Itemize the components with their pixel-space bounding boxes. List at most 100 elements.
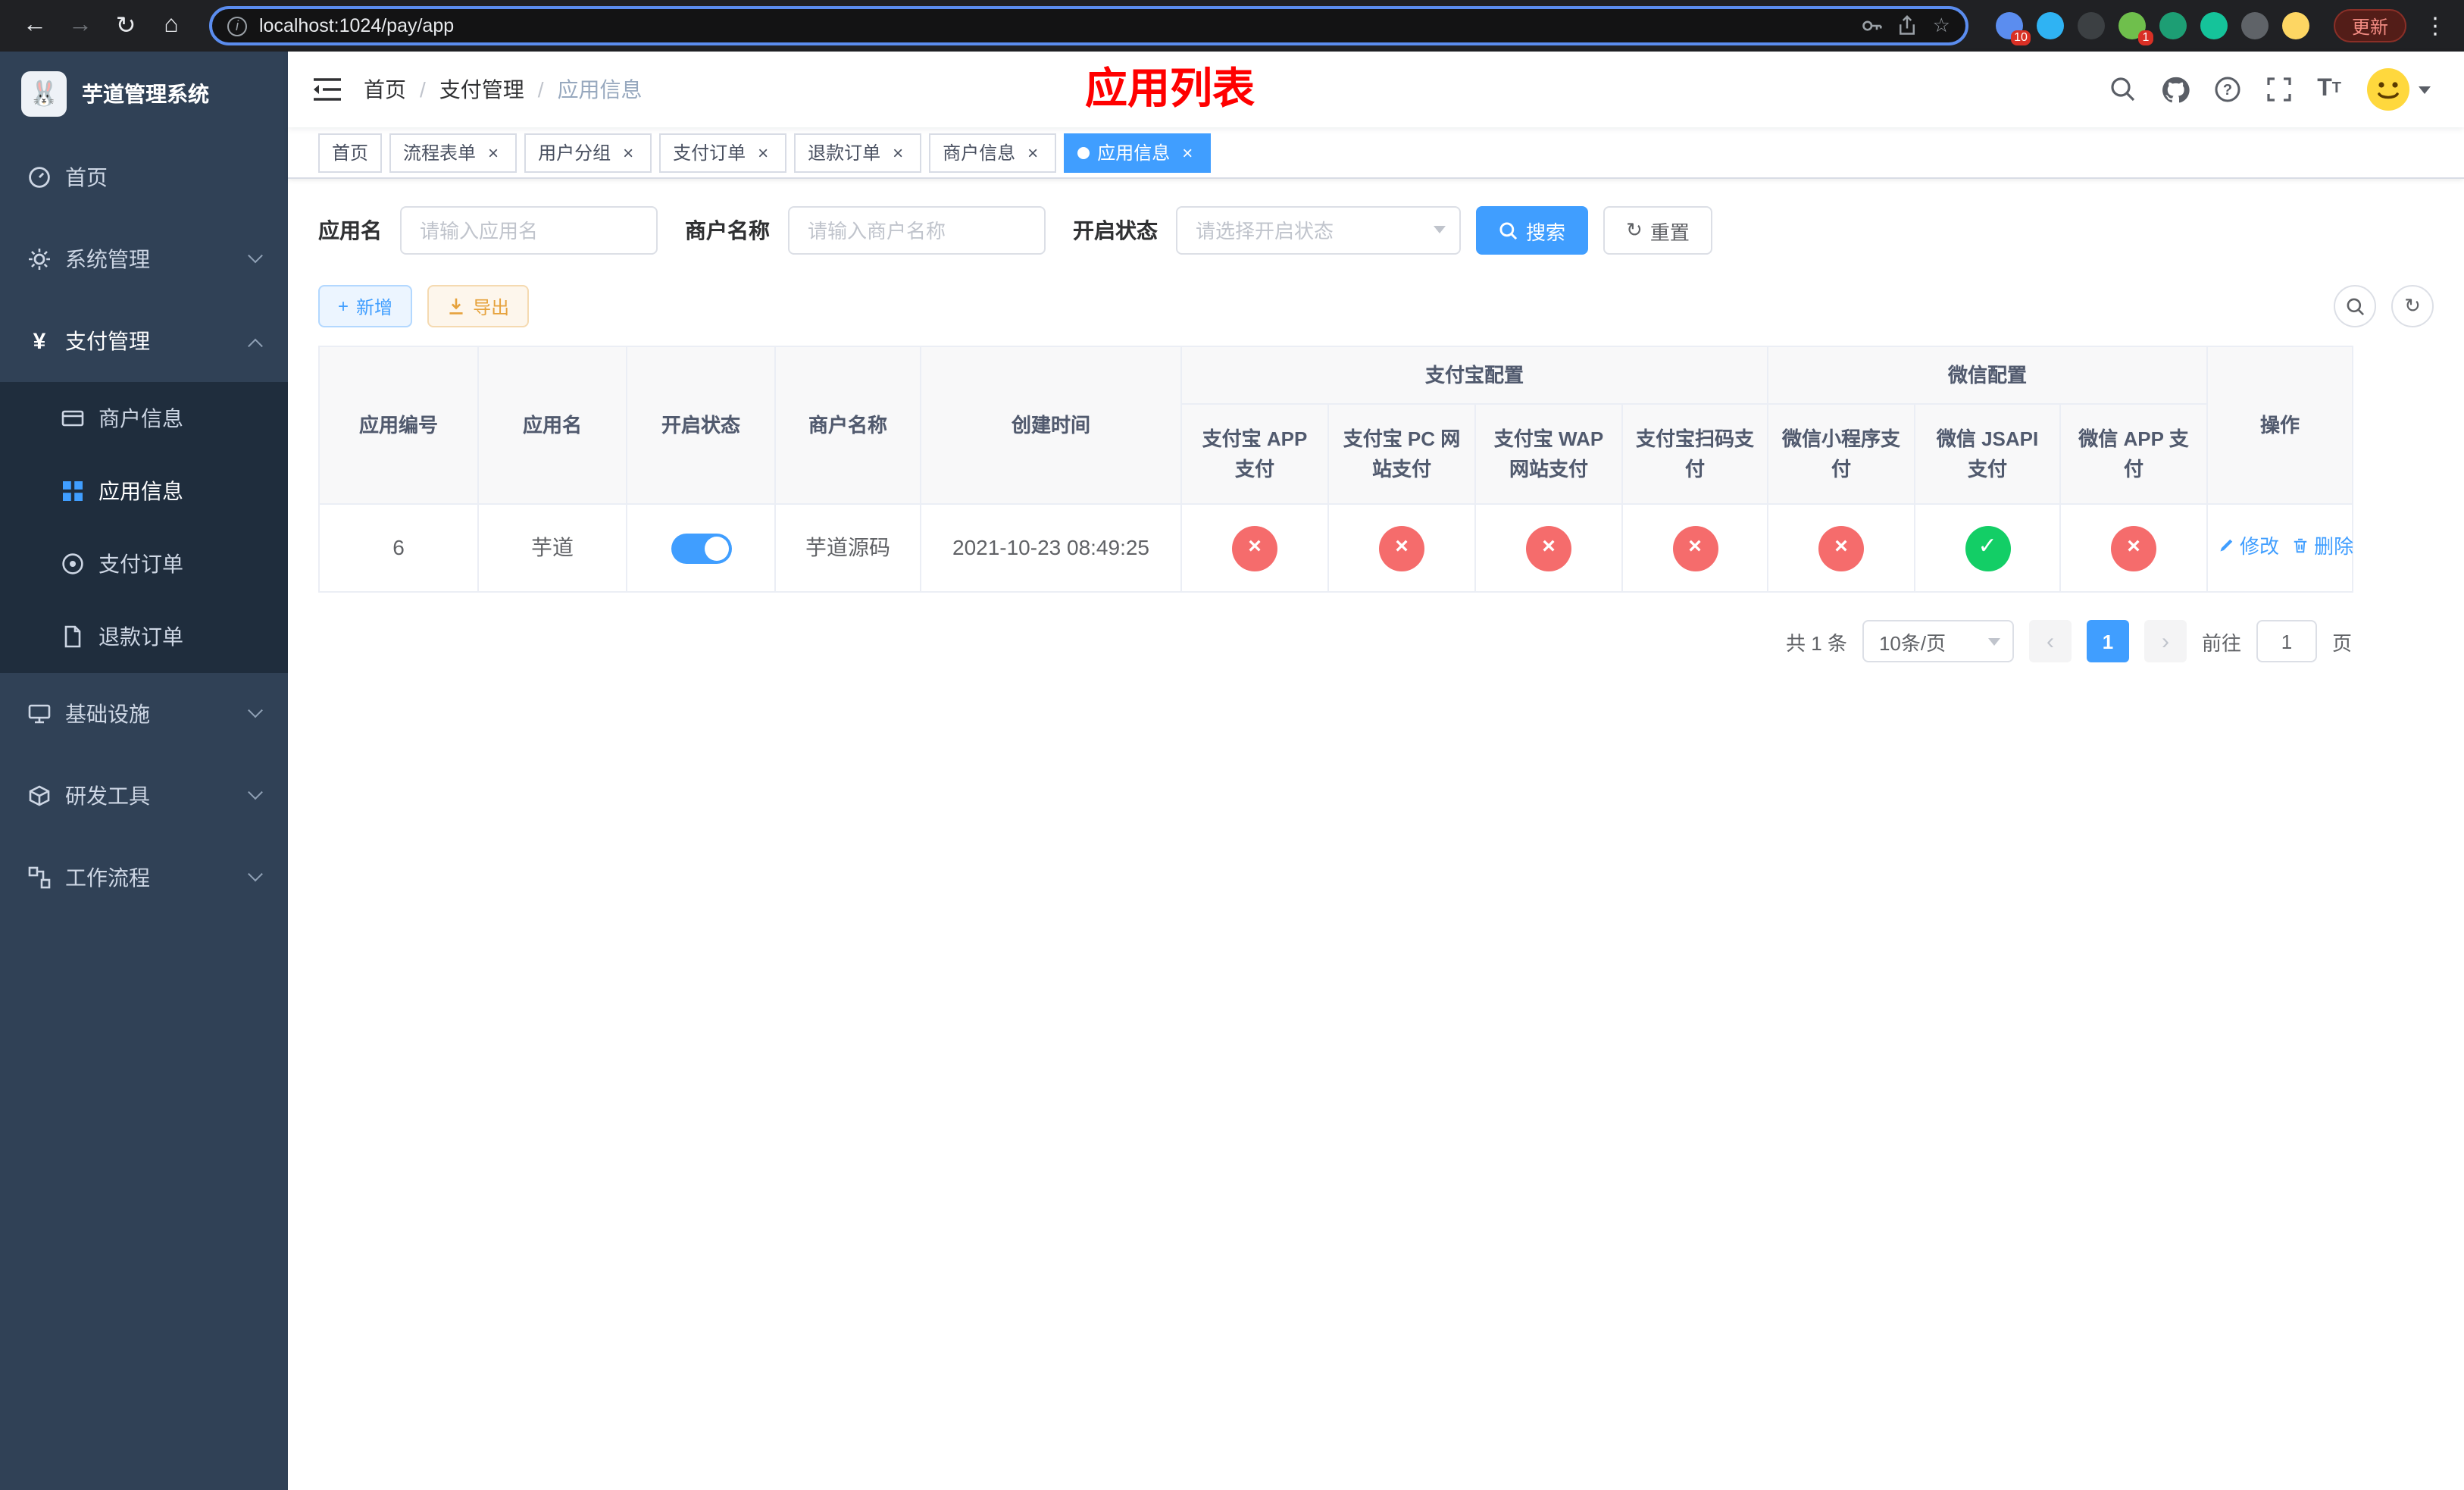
sidebar-item-pay-orders[interactable]: 支付订单 (0, 527, 288, 600)
extension-icon-4[interactable]: 1 (2118, 12, 2153, 45)
status-select-input[interactable] (1176, 206, 1461, 255)
password-key-icon[interactable] (1862, 15, 1883, 36)
github-icon[interactable] (2161, 75, 2190, 104)
close-icon[interactable]: × (1023, 142, 1043, 162)
extension-icon-7[interactable] (2240, 12, 2269, 39)
page-size-select[interactable]: 10条/页 (1862, 620, 2014, 662)
document-icon (61, 624, 85, 649)
browser-home-icon[interactable]: ⌂ (152, 6, 191, 45)
col-header-name: 应用名 (477, 346, 627, 505)
sidebar-item-refund-orders[interactable]: 退款订单 (0, 600, 288, 673)
close-icon[interactable]: × (753, 142, 773, 162)
next-page-button[interactable]: › (2143, 620, 2187, 662)
help-icon[interactable]: ? (2214, 76, 2241, 103)
close-icon[interactable]: × (1177, 142, 1197, 162)
col-header-wechat-jsapi: 微信 JSAPI 支付 (1914, 403, 2062, 505)
page-suffix: 页 (2331, 631, 2352, 654)
goto-page-input[interactable] (2256, 620, 2317, 662)
refresh-table-button[interactable]: ↻ (2391, 285, 2434, 327)
search-icon[interactable] (2109, 76, 2137, 103)
fullscreen-icon[interactable] (2265, 76, 2293, 103)
url-text[interactable]: localhost:1024/pay/app (259, 15, 1850, 36)
chrome-update-button[interactable]: 更新 (2333, 9, 2406, 42)
tab-process-form[interactable]: 流程表单 × (389, 133, 518, 172)
active-dot (1077, 146, 1090, 158)
sidebar-item-merchant-info[interactable]: 商户信息 (0, 382, 288, 455)
monitor-icon (27, 702, 52, 726)
sidebar-item-devtools[interactable]: 研发工具 (0, 755, 288, 837)
status-select[interactable] (1176, 206, 1461, 255)
refresh-icon: ↻ (1626, 218, 1643, 241)
browser-back-icon[interactable]: ← (15, 6, 55, 45)
extensions: 10 1 (1987, 12, 2319, 45)
add-button[interactable]: + 新增 (318, 285, 413, 327)
tab-pay-orders[interactable]: 支付订单 × (659, 133, 787, 172)
extension-icon-3[interactable] (2077, 12, 2105, 39)
col-header-alipay-qr: 支付宝扫码支付 (1621, 403, 1769, 505)
plus-icon: + (338, 296, 349, 317)
tab-merchant-info[interactable]: 商户信息 × (929, 133, 1057, 172)
breadcrumb-home[interactable]: 首页 (364, 74, 406, 105)
prev-page-button[interactable]: ‹ (2028, 620, 2072, 662)
browser-reload-icon[interactable]: ↻ (106, 6, 145, 45)
tags-view: 首页 流程表单 × 用户分组 × 支付订单 × 退款订单 × 商户信息 × 应用信息 × (288, 127, 2464, 179)
address-bar[interactable]: i localhost:1024/pay/app ☆ (209, 6, 1968, 45)
extension-icon-2[interactable] (2036, 12, 2064, 39)
status-switch[interactable] (671, 533, 731, 563)
tab-home[interactable]: 首页 (318, 133, 383, 172)
browser-toolbar: ← → ↻ ⌂ i localhost:1024/pay/app ☆ 10 1 更… (0, 0, 2464, 52)
reset-button[interactable]: ↻ 重置 (1603, 206, 1712, 255)
sidebar: 🐰 芋道管理系统 首页 系统管理 ¥ 支付管理 商户信息 应用信息 支付订单 退… (0, 52, 288, 1490)
pay-order-icon (61, 552, 85, 576)
sidebar-item-system[interactable]: 系统管理 (0, 218, 288, 300)
tab-app-info[interactable]: 应用信息 × (1064, 133, 1212, 172)
close-icon[interactable]: × (618, 142, 638, 162)
close-icon[interactable]: × (483, 142, 503, 162)
share-icon[interactable] (1898, 15, 1918, 36)
status-circle-icon: × (1379, 525, 1424, 571)
close-icon[interactable]: × (888, 142, 908, 162)
extension-badge: 1 (2137, 30, 2153, 45)
refresh-icon: ↻ (2404, 294, 2421, 317)
browser-menu-icon[interactable]: ⋮ (2422, 12, 2449, 39)
tab-user-group[interactable]: 用户分组 × (524, 133, 652, 172)
browser-forward-icon[interactable]: → (61, 6, 100, 45)
font-size-icon[interactable]: TT (2317, 77, 2341, 102)
trash-icon (2294, 539, 2307, 553)
extension-icon-8[interactable] (2281, 12, 2309, 39)
col-header-alipay-pc: 支付宝 PC 网站支付 (1327, 403, 1476, 505)
page-number-1[interactable]: 1 (2086, 620, 2129, 662)
tab-refund-orders[interactable]: 退款订单 × (794, 133, 922, 172)
cell-merchant: 芋道源码 (774, 503, 921, 593)
table-header-group-row: 应用编号 应用名 开启状态 商户名称 创建时间 支付宝配置 微信配置 操作 (318, 346, 2354, 505)
chevron-up-icon (248, 337, 263, 353)
col-header-alipay-app: 支付宝 APP 支付 (1180, 403, 1329, 505)
user-avatar[interactable] (2366, 67, 2431, 112)
site-info-icon[interactable]: i (227, 16, 247, 36)
delete-link[interactable]: 删除 (2291, 531, 2353, 561)
breadcrumb: 首页 / 支付管理 / 应用信息 (364, 74, 643, 105)
payment-submenu: 商户信息 应用信息 支付订单 退款订单 (0, 382, 288, 673)
extension-icon-1[interactable]: 10 (1995, 12, 2031, 45)
extension-icon-5[interactable] (2159, 12, 2187, 39)
sidebar-item-workflow[interactable]: 工作流程 (0, 837, 288, 919)
cell-id: 6 (318, 503, 479, 593)
toggle-search-button[interactable] (2334, 285, 2376, 327)
app-table: 应用编号 应用名 开启状态 商户名称 创建时间 支付宝配置 微信配置 操作 支付… (318, 346, 2353, 593)
export-button[interactable]: 导出 (427, 285, 530, 327)
col-header-merchant: 商户名称 (774, 346, 921, 505)
sidebar-item-home[interactable]: 首页 (0, 136, 288, 218)
extension-icon-6[interactable] (2200, 12, 2228, 39)
sidebar-item-app-info[interactable]: 应用信息 (0, 455, 288, 527)
app-name-input[interactable] (400, 206, 658, 255)
sidebar-item-infrastructure[interactable]: 基础设施 (0, 673, 288, 755)
edit-link[interactable]: 修改 (2217, 531, 2279, 561)
cell-actions: 修改 删除 (2206, 503, 2353, 593)
sidebar-toggle-icon[interactable] (288, 76, 364, 103)
search-button[interactable]: 搜索 (1476, 206, 1589, 255)
merchant-name-input[interactable] (788, 206, 1046, 255)
bookmark-star-icon[interactable]: ☆ (1933, 14, 1950, 38)
app-logo[interactable]: 🐰 芋道管理系统 (0, 52, 288, 136)
sidebar-item-payment[interactable]: ¥ 支付管理 (0, 300, 288, 382)
breadcrumb-payment[interactable]: 支付管理 (439, 74, 524, 105)
